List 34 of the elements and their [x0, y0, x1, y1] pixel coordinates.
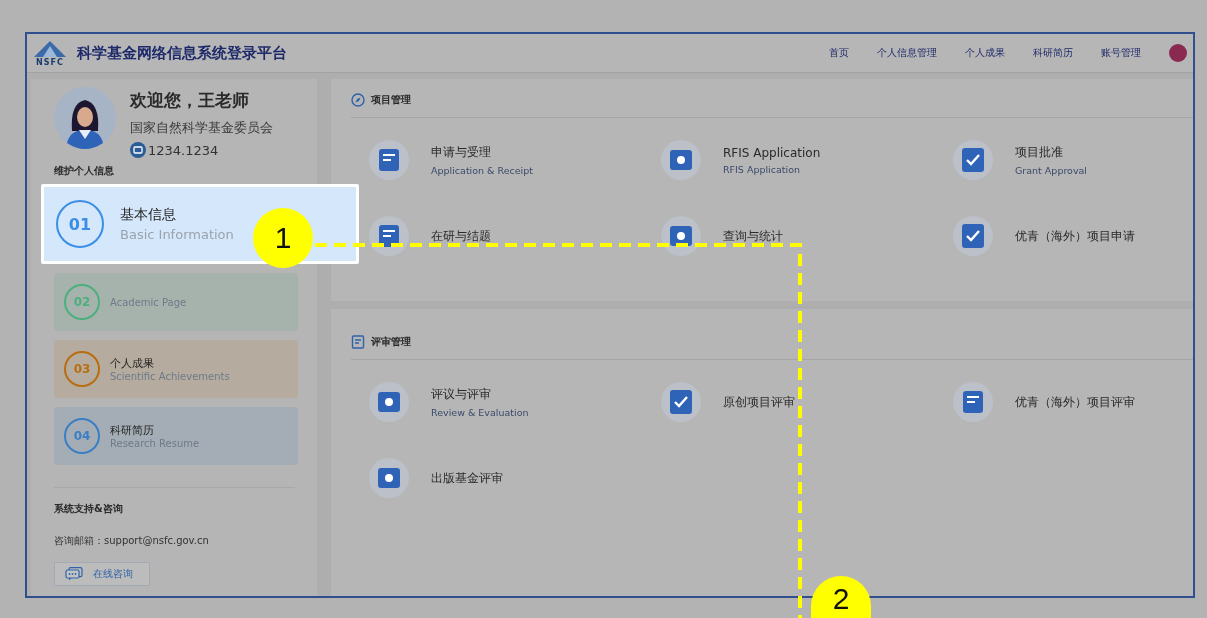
card-subtitle: Scientific Achievements [110, 371, 230, 382]
tile-subtitle: Grant Approval [1015, 165, 1087, 176]
tile-subtitle: Application & Receipt [431, 165, 533, 176]
tile-title: 评议与评审 [431, 386, 492, 403]
card-title: 个人成果 [110, 356, 155, 371]
number-badge: 01 [56, 200, 104, 248]
card-subtitle: Basic Information [120, 227, 234, 242]
tile-title: RFIS Application [723, 145, 821, 160]
tile-title: 申请与受理 [431, 144, 492, 161]
number-badge: 03 [64, 351, 100, 387]
section-title: 评审管理 [371, 335, 411, 349]
number-badge: 02 [64, 284, 100, 320]
card-subtitle: Academic Page [110, 296, 187, 308]
tile-subtitle: RFIS Application [723, 163, 801, 175]
card-title: 基本信息 [120, 206, 177, 224]
section-title: 项目管理 [371, 93, 411, 107]
tile-subtitle: Review & Evaluation [431, 407, 529, 418]
card-title: 科研简历 [110, 423, 155, 438]
organization-name: 国家自然科学基金委员会 [130, 120, 273, 137]
logo-text: NSFC [36, 57, 64, 67]
tile-title: 出版基金评审 [431, 469, 503, 487]
tile-title: 原创项目评审 [723, 393, 795, 411]
greeting: 欢迎您，王老师 [130, 89, 250, 112]
support-heading: 系统支持&咨询 [54, 502, 124, 516]
tile-title: 在研与结题 [431, 227, 491, 245]
tile-title: 优青（海外）项目申请 [1015, 227, 1135, 245]
site-title: 科学基金网络信息系统登录平台 [77, 43, 287, 63]
support-email: 咨询邮箱：support@nsfc.gov.cn [54, 534, 210, 548]
section-heading: 维护个人信息 [54, 164, 115, 178]
tile-title: 优青（海外）项目评审 [1015, 393, 1135, 411]
tile-title: 项目批准 [1015, 144, 1064, 161]
number-badge: 04 [64, 418, 100, 454]
tile-title: 查询与统计 [723, 227, 783, 245]
id-number: 1234.1234 [148, 142, 219, 158]
